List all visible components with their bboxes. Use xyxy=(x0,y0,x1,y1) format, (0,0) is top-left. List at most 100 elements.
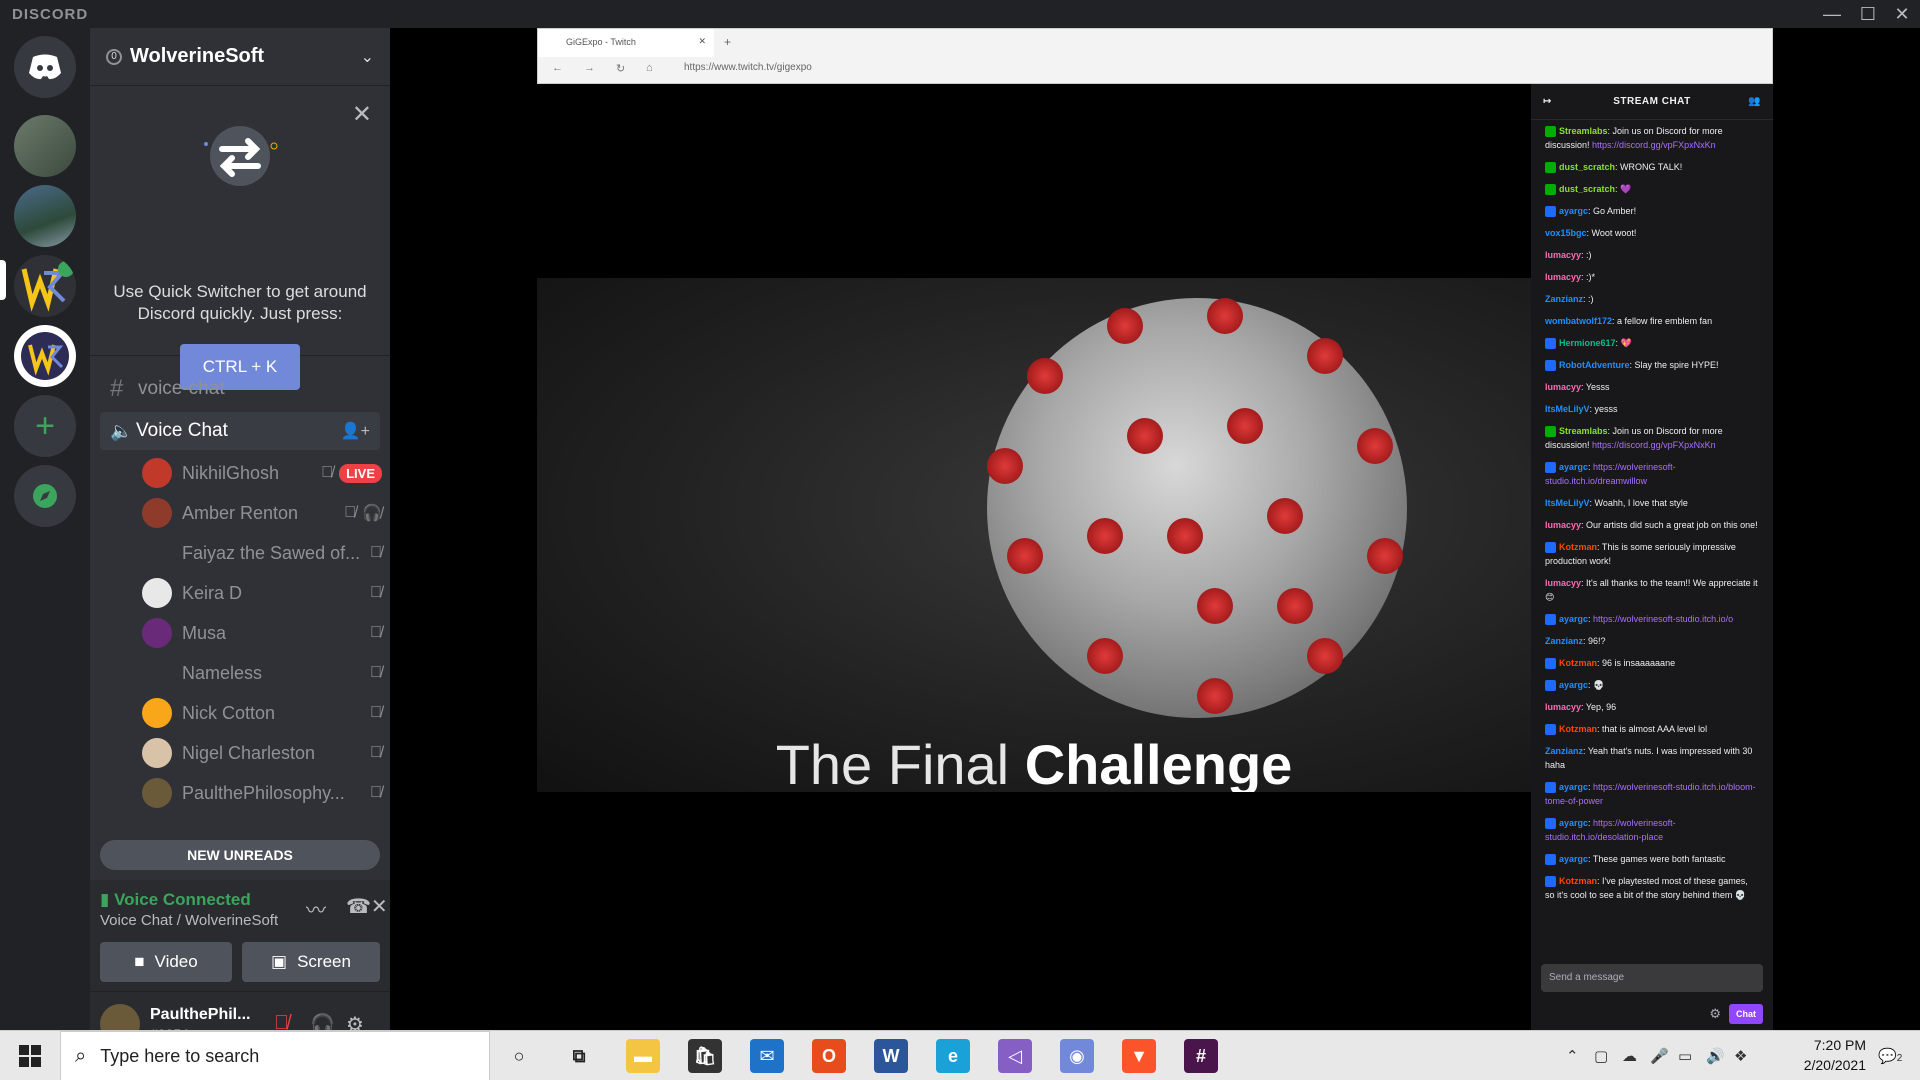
voice-member[interactable]: Nameless 🎙̸ xyxy=(142,655,382,691)
volume-icon[interactable]: 🔊 xyxy=(1706,1047,1725,1065)
minimize-button[interactable]: — xyxy=(1814,0,1850,28)
onedrive-icon[interactable]: ☁ xyxy=(1622,1047,1637,1065)
chat-username[interactable]: lumacyy xyxy=(1545,520,1581,530)
add-server-button[interactable]: + xyxy=(14,395,76,457)
back-icon[interactable]: ← xyxy=(552,62,563,74)
store-icon[interactable]: 🛍 xyxy=(688,1039,722,1073)
chat-username[interactable]: lumacyy xyxy=(1545,578,1581,588)
stream-video[interactable]: The Final Challenge xyxy=(537,278,1531,792)
chat-username[interactable]: ItsMeLilyV xyxy=(1545,498,1590,508)
chat-username[interactable]: ayargc xyxy=(1559,818,1588,828)
chat-username[interactable]: lumacyy xyxy=(1545,702,1581,712)
chat-username[interactable]: ItsMeLilyV xyxy=(1545,404,1590,414)
file-explorer-icon[interactable]: ▬ xyxy=(626,1039,660,1073)
chat-username[interactable]: lumacyy xyxy=(1545,272,1581,282)
task-view-icon[interactable]: ⧉ xyxy=(562,1039,596,1073)
chat-username[interactable]: ayargc xyxy=(1559,462,1588,472)
screen-share-button[interactable]: ▣ Screen xyxy=(242,942,380,982)
chat-username[interactable]: Zanzianz xyxy=(1545,636,1583,646)
cortana-icon[interactable]: ○ xyxy=(502,1039,536,1073)
slack-icon[interactable]: # xyxy=(1184,1039,1218,1073)
voice-member[interactable]: PaulthePhilosophy... 🎙̸ xyxy=(142,775,382,811)
discord-taskbar-icon[interactable]: ◉ xyxy=(1060,1039,1094,1073)
chat-username[interactable]: ayargc xyxy=(1559,782,1588,792)
noise-suppression-icon[interactable]: 〰 xyxy=(306,894,326,923)
address-bar[interactable]: https://www.twitch.tv/gigexpo xyxy=(684,62,812,73)
chat-username[interactable]: ayargc xyxy=(1559,614,1588,624)
dropbox-icon[interactable]: ❖ xyxy=(1734,1047,1747,1065)
chat-username[interactable]: lumacyy xyxy=(1545,382,1581,392)
browser-tab[interactable]: GiGExpo - Twitch ✕ xyxy=(538,29,714,57)
home-icon[interactable]: ⌂ xyxy=(646,62,653,74)
new-unreads-button[interactable]: NEW UNREADS xyxy=(100,840,380,870)
close-icon[interactable]: ✕ xyxy=(352,100,372,129)
disconnect-icon[interactable]: ☎✕ xyxy=(346,894,388,919)
chat-username[interactable]: RobotAdventure xyxy=(1559,360,1630,370)
meet-now-icon[interactable]: ▢ xyxy=(1594,1047,1608,1065)
brave-icon[interactable]: ▼ xyxy=(1122,1039,1156,1073)
chat-username[interactable]: lumacyy xyxy=(1545,250,1581,260)
close-tab-icon[interactable]: ✕ xyxy=(698,36,706,47)
microphone-icon[interactable]: 🎤 xyxy=(1650,1047,1669,1065)
battery-icon[interactable]: ▭ xyxy=(1678,1047,1692,1065)
word-icon[interactable]: W xyxy=(874,1039,908,1073)
chat-send-button[interactable]: Chat xyxy=(1729,1004,1763,1024)
mail-icon[interactable]: ✉ xyxy=(750,1039,784,1073)
guild-header[interactable]: 0 WolverineSoft ⌄ xyxy=(90,28,390,86)
maximize-button[interactable]: ☐ xyxy=(1850,0,1886,28)
invite-icon[interactable]: 👤+ xyxy=(341,421,370,441)
chat-username[interactable]: Streamlabs xyxy=(1559,426,1608,436)
reload-icon[interactable]: ↻ xyxy=(616,62,625,75)
chat-username[interactable]: Zanzianz xyxy=(1545,746,1583,756)
voice-member[interactable]: Amber Renton 🎙̸ 🎧̸ xyxy=(142,495,382,531)
home-button[interactable] xyxy=(14,36,76,98)
visual-studio-icon[interactable]: ◁ xyxy=(998,1039,1032,1073)
chat-username[interactable]: ayargc xyxy=(1559,680,1588,690)
server-icon-1[interactable] xyxy=(14,115,76,177)
voice-member[interactable]: Faiyaz the Sawed of... 🎙̸ xyxy=(142,535,382,571)
chat-username[interactable]: Zanzianz xyxy=(1545,294,1583,304)
users-icon[interactable]: 👥 xyxy=(1748,84,1761,120)
voice-member[interactable]: Nick Cotton 🎙̸ xyxy=(142,695,382,731)
chat-link[interactable]: https://wolverinesoft-studio.itch.io/o xyxy=(1593,614,1733,624)
chat-username[interactable]: Kotzman xyxy=(1559,658,1597,668)
voice-location[interactable]: Voice Chat / WolverineSoft xyxy=(100,912,278,929)
system-clock[interactable]: 7:20 PM 2/20/2021 xyxy=(1766,1035,1866,1075)
chat-settings-icon[interactable]: ⚙ xyxy=(1709,1006,1721,1022)
chat-link[interactable]: https://discord.gg/vpFXpxNxKn xyxy=(1592,140,1716,150)
forward-icon[interactable]: → xyxy=(584,62,595,74)
show-hidden-icons[interactable]: ⌃ xyxy=(1566,1047,1579,1065)
taskbar-search[interactable]: ⌕ Type here to search xyxy=(60,1031,490,1080)
server-icon-wolverinesoft[interactable] xyxy=(14,255,76,317)
server-icon-2[interactable] xyxy=(14,185,76,247)
voice-member[interactable]: Musa 🎙̸ xyxy=(142,615,382,651)
chat-username[interactable]: dust_scratch xyxy=(1559,162,1615,172)
chat-username[interactable]: ayargc xyxy=(1559,206,1588,216)
edge-icon[interactable]: e xyxy=(936,1039,970,1073)
notification-center-icon[interactable]: 💬2 xyxy=(1878,1047,1902,1065)
explore-servers-button[interactable] xyxy=(14,465,76,527)
start-button[interactable] xyxy=(0,1031,60,1080)
chat-username[interactable]: Streamlabs xyxy=(1559,126,1608,136)
chat-username[interactable]: dust_scratch xyxy=(1559,184,1615,194)
chat-username[interactable]: vox15bgc xyxy=(1545,228,1587,238)
voice-member[interactable]: Keira D 🎙̸ xyxy=(142,575,382,611)
chat-input[interactable]: Send a message xyxy=(1541,964,1763,992)
voice-member[interactable]: Nigel Charleston 🎙̸ xyxy=(142,735,382,771)
chat-username[interactable]: ayargc xyxy=(1559,854,1588,864)
chat-username[interactable]: wombatwolf172 xyxy=(1545,316,1612,326)
office-icon[interactable]: O xyxy=(812,1039,846,1073)
close-button[interactable]: ✕ xyxy=(1884,0,1920,28)
chat-username[interactable]: Kotzman xyxy=(1559,542,1597,552)
server-icon-gigexpo[interactable] xyxy=(14,325,76,387)
chat-username[interactable]: Hermione617 xyxy=(1559,338,1616,348)
voice-member[interactable]: NikhilGhosh 🎙̸ LIVE xyxy=(142,455,382,491)
chat-username[interactable]: Kotzman xyxy=(1559,724,1597,734)
video-button[interactable]: ■ Video xyxy=(100,942,232,982)
collapse-chat-icon[interactable]: ↦ xyxy=(1543,84,1552,120)
channel-voice-chat[interactable]: 🔈 Voice Chat 👤+ xyxy=(100,412,380,450)
chat-link[interactable]: https://discord.gg/vpFXpxNxKn xyxy=(1592,440,1716,450)
chat-username[interactable]: Kotzman xyxy=(1559,876,1597,886)
new-tab-icon[interactable]: + xyxy=(724,35,731,49)
channel-voice-chat-text[interactable]: # voice-chat xyxy=(100,370,380,408)
